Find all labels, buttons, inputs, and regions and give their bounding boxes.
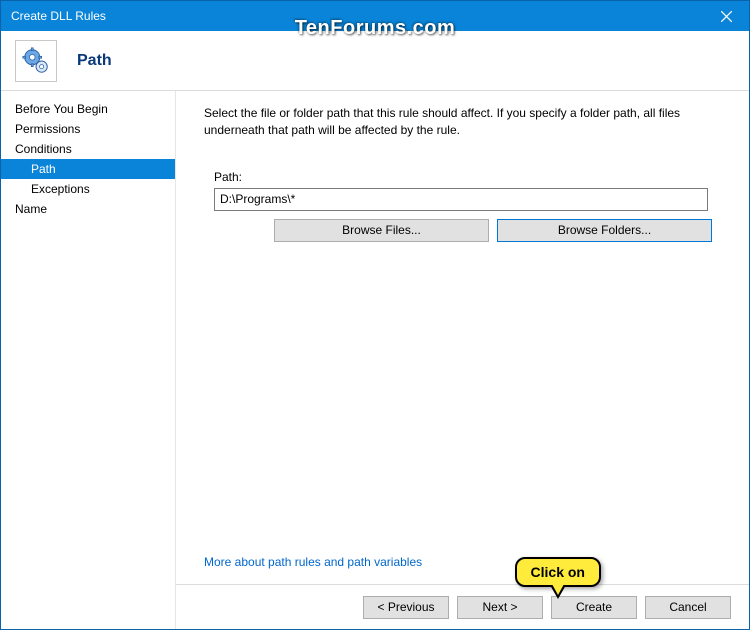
path-input[interactable] xyxy=(214,188,708,211)
nav-permissions[interactable]: Permissions xyxy=(1,119,175,139)
callout-text: Click on xyxy=(531,564,585,580)
more-about-link[interactable]: More about path rules and path variables xyxy=(204,555,422,569)
nav-path[interactable]: Path xyxy=(1,159,175,179)
wizard-header: Path xyxy=(1,31,749,91)
close-button[interactable] xyxy=(704,1,749,31)
page-title: Path xyxy=(77,52,112,70)
window-title: Create DLL Rules xyxy=(11,9,106,23)
browse-files-button[interactable]: Browse Files... xyxy=(274,219,489,242)
nav-conditions[interactable]: Conditions xyxy=(1,139,175,159)
wizard-content: Select the file or folder path that this… xyxy=(176,91,749,629)
wizard-footer: < Previous Next > Create Cancel xyxy=(176,584,749,629)
cancel-button[interactable]: Cancel xyxy=(645,596,731,619)
browse-button-row: Browse Files... Browse Folders... xyxy=(274,219,721,242)
next-button[interactable]: Next > xyxy=(457,596,543,619)
annotation-callout: Click on xyxy=(515,557,601,587)
nav-before-you-begin[interactable]: Before You Begin xyxy=(1,99,175,119)
nav-name[interactable]: Name xyxy=(1,199,175,219)
nav-exceptions[interactable]: Exceptions xyxy=(1,179,175,199)
browse-folders-button[interactable]: Browse Folders... xyxy=(497,219,712,242)
path-label: Path: xyxy=(214,170,721,184)
title-bar: Create DLL Rules xyxy=(1,1,749,31)
previous-button[interactable]: < Previous xyxy=(363,596,449,619)
close-icon xyxy=(721,11,732,22)
wizard-sidebar: Before You Begin Permissions Conditions … xyxy=(1,91,176,629)
wizard-body: Before You Begin Permissions Conditions … xyxy=(1,91,749,629)
gear-icon xyxy=(21,46,51,76)
intro-text: Select the file or folder path that this… xyxy=(204,105,721,140)
wizard-window: Create DLL Rules TenForums.com Path Befo… xyxy=(0,0,750,630)
header-icon-box xyxy=(15,40,57,82)
